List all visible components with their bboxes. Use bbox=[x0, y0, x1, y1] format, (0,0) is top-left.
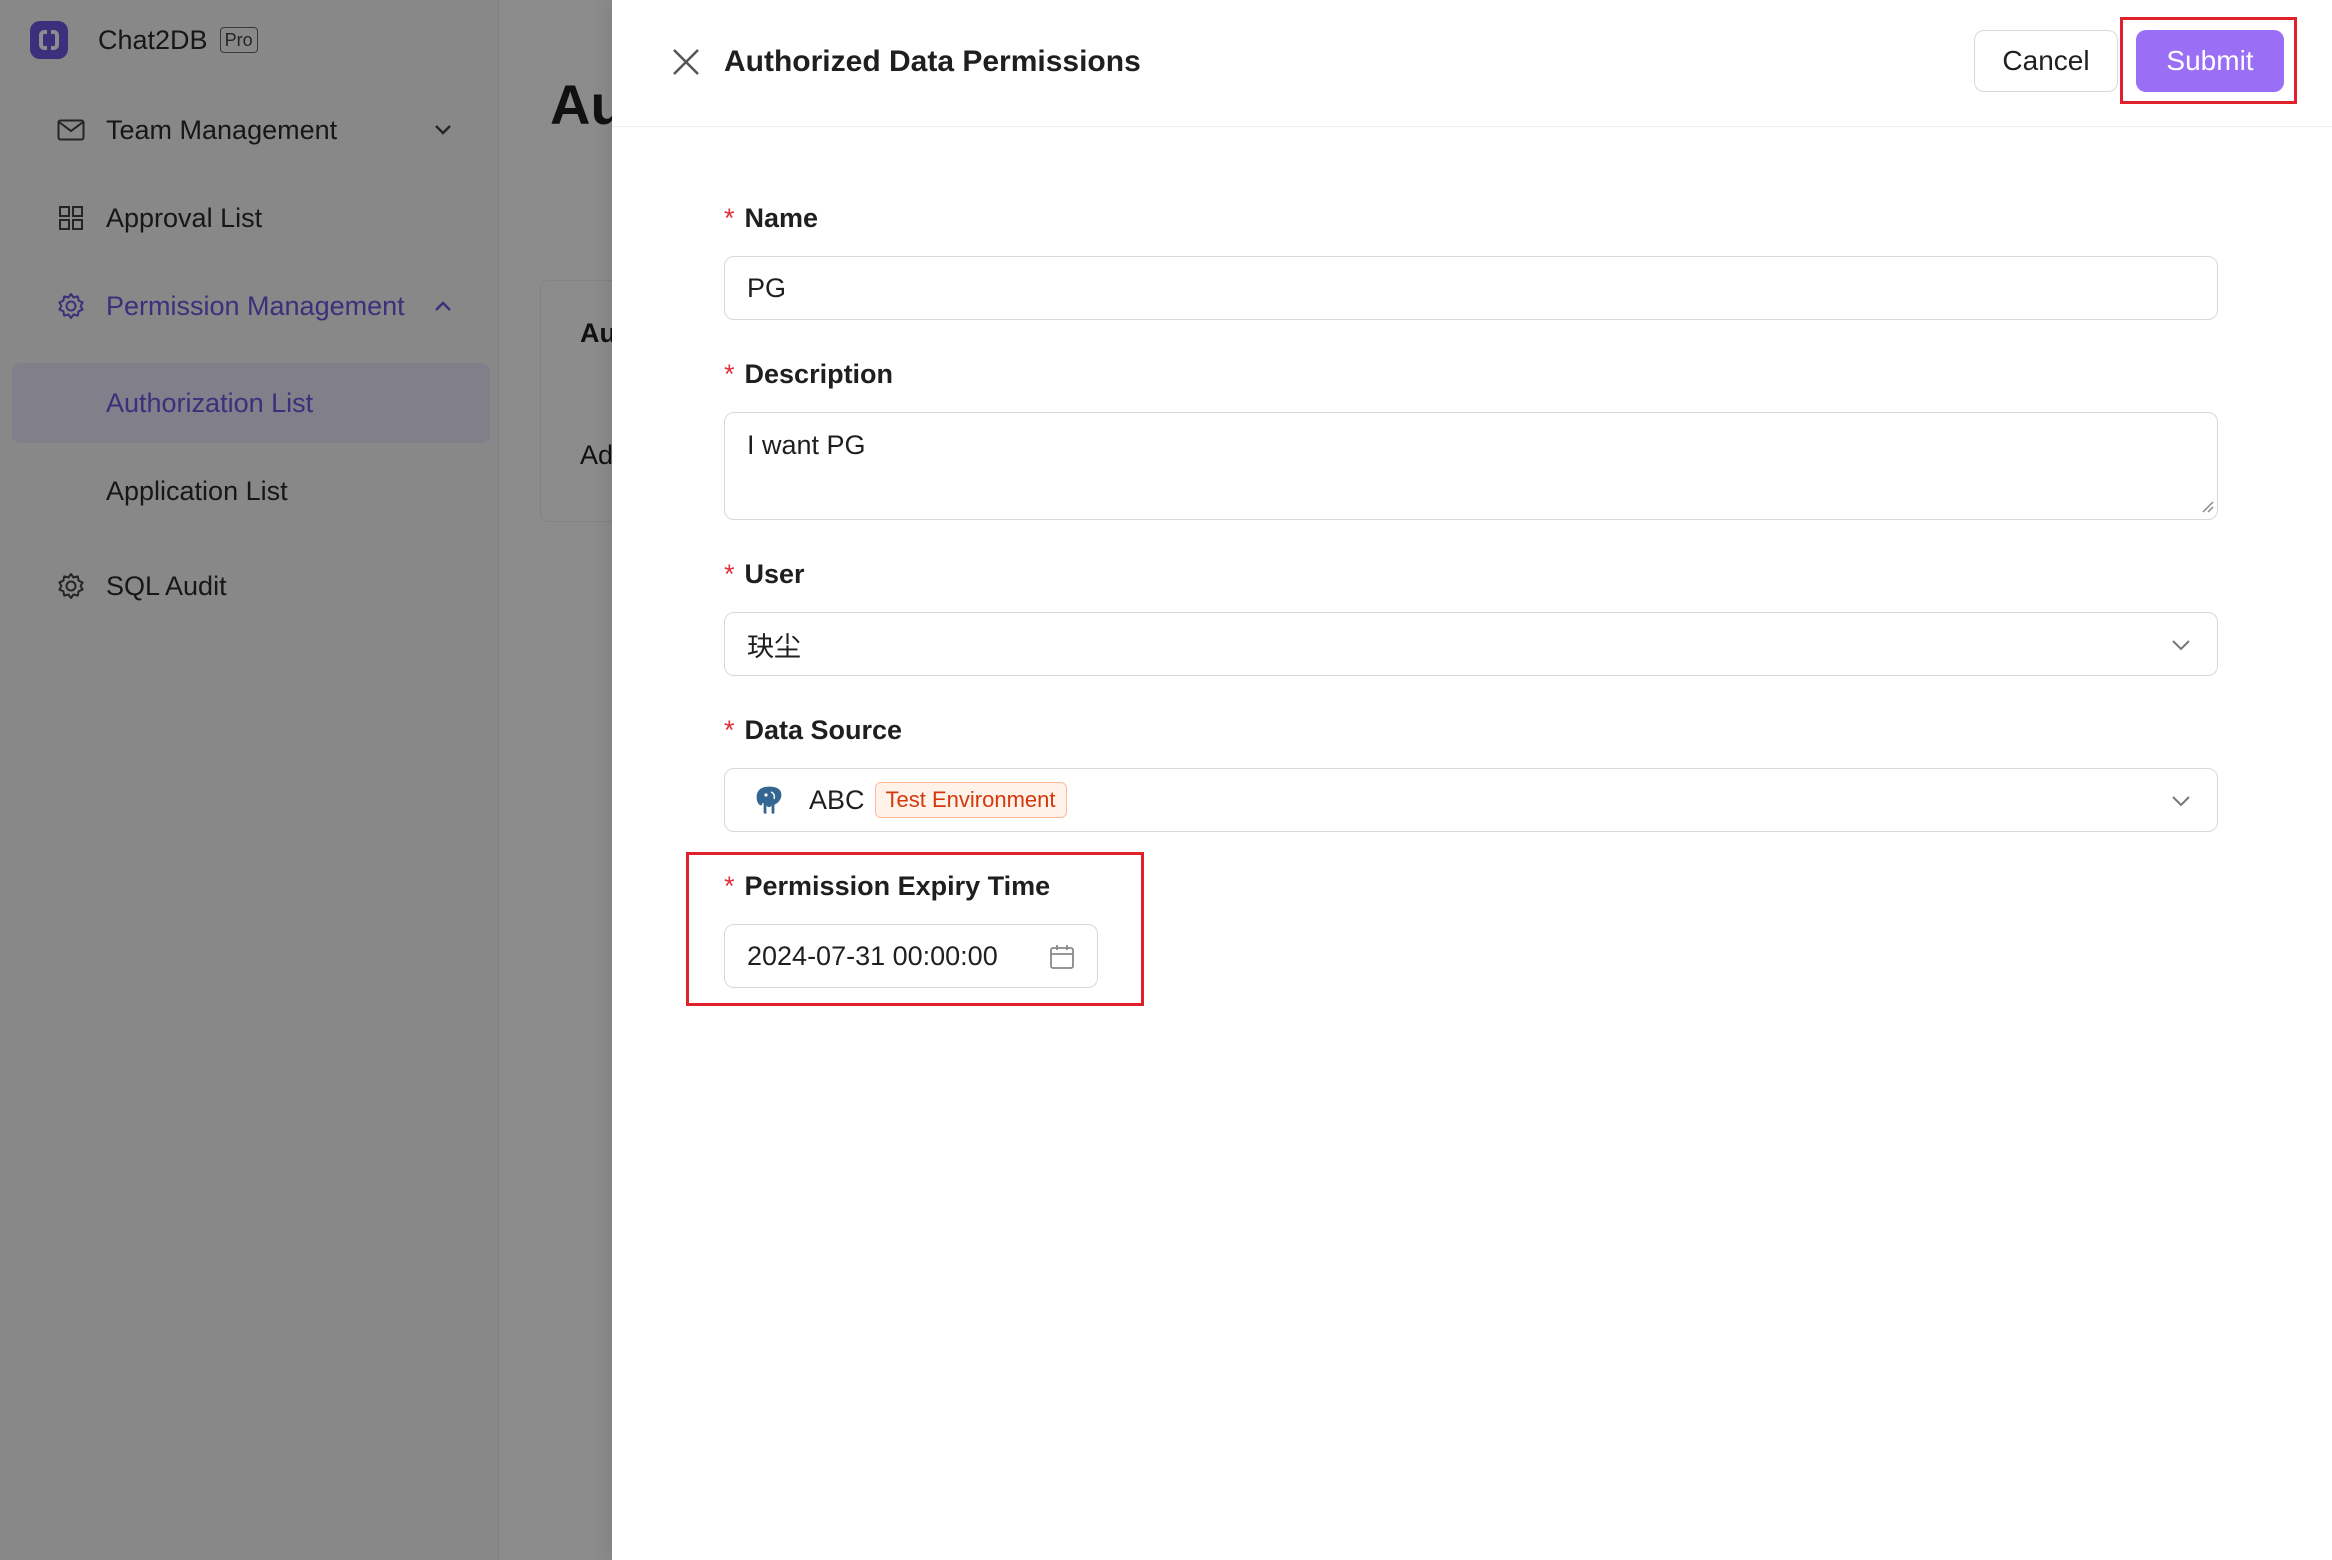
required-marker: * bbox=[724, 359, 735, 389]
required-marker: * bbox=[724, 715, 735, 745]
data-source-select[interactable]: ABC Test Environment bbox=[724, 768, 2218, 832]
name-label-text: Name bbox=[744, 203, 819, 233]
postgresql-icon bbox=[755, 785, 783, 816]
calendar-icon bbox=[1050, 945, 1074, 969]
drawer-title: Authorized Data Permissions bbox=[724, 45, 1141, 78]
cancel-button[interactable]: Cancel bbox=[1974, 30, 2118, 92]
required-marker: * bbox=[724, 559, 735, 589]
user-label: * User bbox=[724, 556, 805, 592]
authorization-drawer: Authorized Data Permissions Cancel Submi… bbox=[612, 0, 2332, 1560]
required-marker: * bbox=[724, 871, 735, 901]
expiry-label-text: Permission Expiry Time bbox=[744, 871, 1051, 901]
close-button[interactable] bbox=[666, 42, 706, 82]
required-marker: * bbox=[724, 203, 735, 233]
expiry-date-value: 2024-07-31 00:00:00 bbox=[747, 940, 998, 971]
name-input[interactable] bbox=[724, 256, 2218, 320]
expiry-date-picker[interactable]: 2024-07-31 00:00:00 bbox=[724, 924, 1098, 988]
resize-handle-icon[interactable] bbox=[2198, 497, 2214, 513]
description-label-text: Description bbox=[744, 359, 894, 389]
name-label: * Name bbox=[724, 200, 818, 236]
description-label: * Description bbox=[724, 356, 893, 392]
data-source-label-text: Data Source bbox=[744, 715, 903, 745]
chevron-down-icon bbox=[2172, 640, 2190, 651]
data-source-label: * Data Source bbox=[724, 712, 902, 748]
user-select[interactable]: 玦尘 bbox=[724, 612, 2218, 676]
user-select-value: 玦尘 bbox=[747, 631, 801, 662]
environment-tag: Test Environment bbox=[874, 782, 1067, 818]
data-source-name: ABC bbox=[809, 784, 865, 815]
drawer-header: Authorized Data Permissions Cancel Submi… bbox=[612, 0, 2332, 127]
expiry-label: * Permission Expiry Time bbox=[724, 868, 1050, 904]
chevron-down-icon bbox=[2172, 796, 2190, 807]
description-textarea[interactable]: I want PG bbox=[724, 412, 2218, 520]
user-label-text: User bbox=[744, 559, 805, 589]
close-icon bbox=[673, 49, 699, 75]
submit-button[interactable]: Submit bbox=[2136, 30, 2284, 92]
